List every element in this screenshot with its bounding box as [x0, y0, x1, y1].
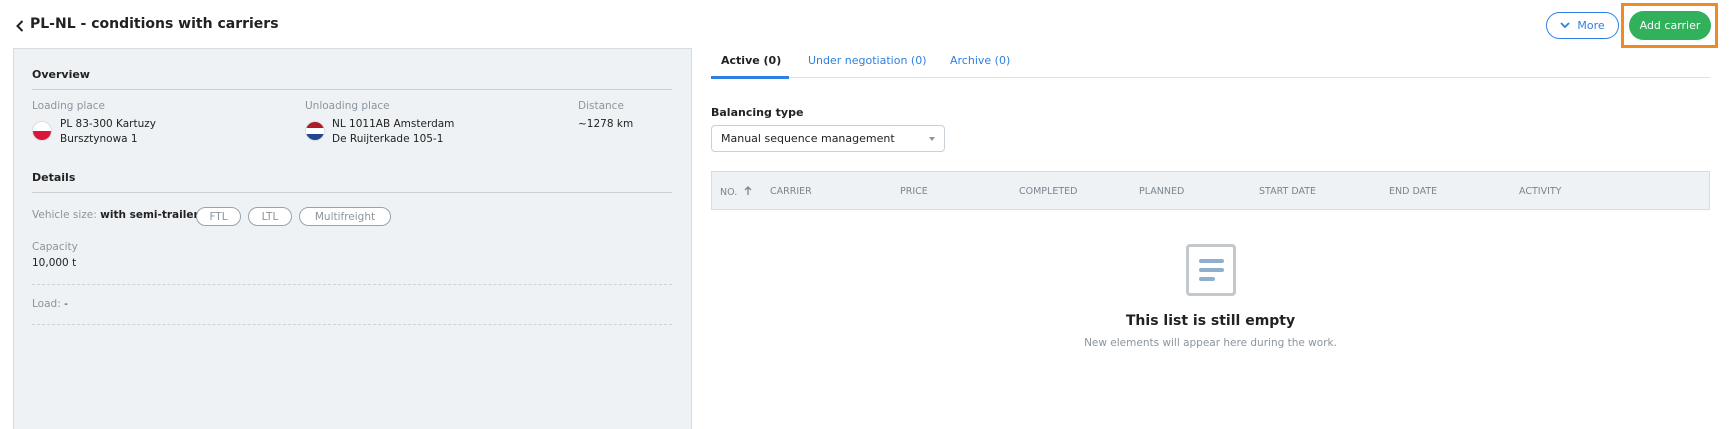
- unloading-place-line2: De Ruijterkade 105-1: [332, 133, 444, 145]
- add-carrier-button[interactable]: Add carrier: [1629, 11, 1711, 40]
- back-button[interactable]: [14, 18, 26, 34]
- vehicle-size: Vehicle size: with semi-trailer: [32, 209, 199, 221]
- chip-ltl[interactable]: LTL: [248, 207, 292, 226]
- column-completed[interactable]: COMPLETED: [1019, 186, 1077, 197]
- capacity-value: 10,000 t: [32, 257, 77, 269]
- tab-under-negotiation[interactable]: Under negotiation (0): [808, 54, 927, 67]
- caret-down-icon: [929, 137, 935, 141]
- load-label: Load: -: [32, 298, 68, 310]
- page-title: PL-NL - conditions with carriers: [30, 16, 279, 32]
- column-no-label: NO.: [720, 187, 738, 198]
- unloading-place-label: Unloading place: [305, 100, 390, 112]
- column-carrier[interactable]: CARRIER: [770, 186, 812, 197]
- carrier-tabs: Active (0) Under negotiation (0) Archive…: [711, 52, 1710, 79]
- column-price[interactable]: PRICE: [900, 186, 928, 197]
- column-start-date[interactable]: START DATE: [1259, 186, 1316, 197]
- distance-value: ~1278 km: [578, 118, 634, 130]
- overview-title: Overview: [32, 68, 90, 81]
- load-label-text: Load:: [32, 298, 61, 310]
- distance-label: Distance: [578, 100, 624, 112]
- load-divider: [32, 324, 672, 325]
- details-divider: [32, 192, 672, 193]
- balancing-type-label: Balancing type: [711, 106, 804, 119]
- capacity-divider: [32, 284, 672, 285]
- active-tab-indicator: [711, 76, 789, 79]
- conditions-panel: Overview Loading place PL 83-300 Kartuzy…: [13, 48, 692, 429]
- column-no[interactable]: NO.: [720, 186, 752, 198]
- arrow-up-icon: [744, 186, 752, 195]
- balancing-type-select[interactable]: Manual sequence management: [711, 125, 945, 152]
- document-list-icon: [1186, 244, 1236, 296]
- tab-archive[interactable]: Archive (0): [950, 54, 1010, 67]
- unloading-place-line1: NL 1011AB Amsterdam: [332, 118, 455, 130]
- chip-ftl[interactable]: FTL: [196, 207, 241, 226]
- netherlands-flag-icon: [305, 121, 325, 141]
- empty-state-title: This list is still empty: [1125, 313, 1296, 329]
- chip-multifreight[interactable]: Multifreight: [299, 207, 391, 226]
- poland-flag-icon: [32, 121, 52, 141]
- details-title: Details: [32, 171, 76, 184]
- loading-place-line1: PL 83-300 Kartuzy: [60, 118, 156, 130]
- loading-place-label: Loading place: [32, 100, 106, 112]
- more-button-label: More: [1577, 19, 1605, 32]
- balancing-type-value: Manual sequence management: [721, 132, 895, 145]
- chevron-left-icon: [16, 20, 24, 32]
- load-value: -: [64, 298, 68, 310]
- vehicle-size-value: with semi-trailer: [100, 209, 199, 221]
- tab-active[interactable]: Active (0): [721, 54, 781, 67]
- empty-state-subtitle: New elements will appear here during the…: [1084, 337, 1337, 349]
- loading-place-line2: Bursztynowa 1: [60, 133, 138, 145]
- carriers-table-header: NO. CARRIER PRICE COMPLETED PLANNED STAR…: [711, 171, 1710, 210]
- capacity-label: Capacity: [32, 241, 78, 253]
- vehicle-size-label: Vehicle size:: [32, 209, 97, 221]
- column-planned[interactable]: PLANNED: [1139, 186, 1184, 197]
- column-end-date[interactable]: END DATE: [1389, 186, 1437, 197]
- column-activity[interactable]: ACTIVITY: [1519, 186, 1561, 197]
- overview-divider: [32, 89, 672, 90]
- chevron-down-icon: [1560, 22, 1570, 29]
- page-header: PL-NL - conditions with carriers More Ad…: [0, 0, 1731, 48]
- more-button[interactable]: More: [1546, 12, 1619, 39]
